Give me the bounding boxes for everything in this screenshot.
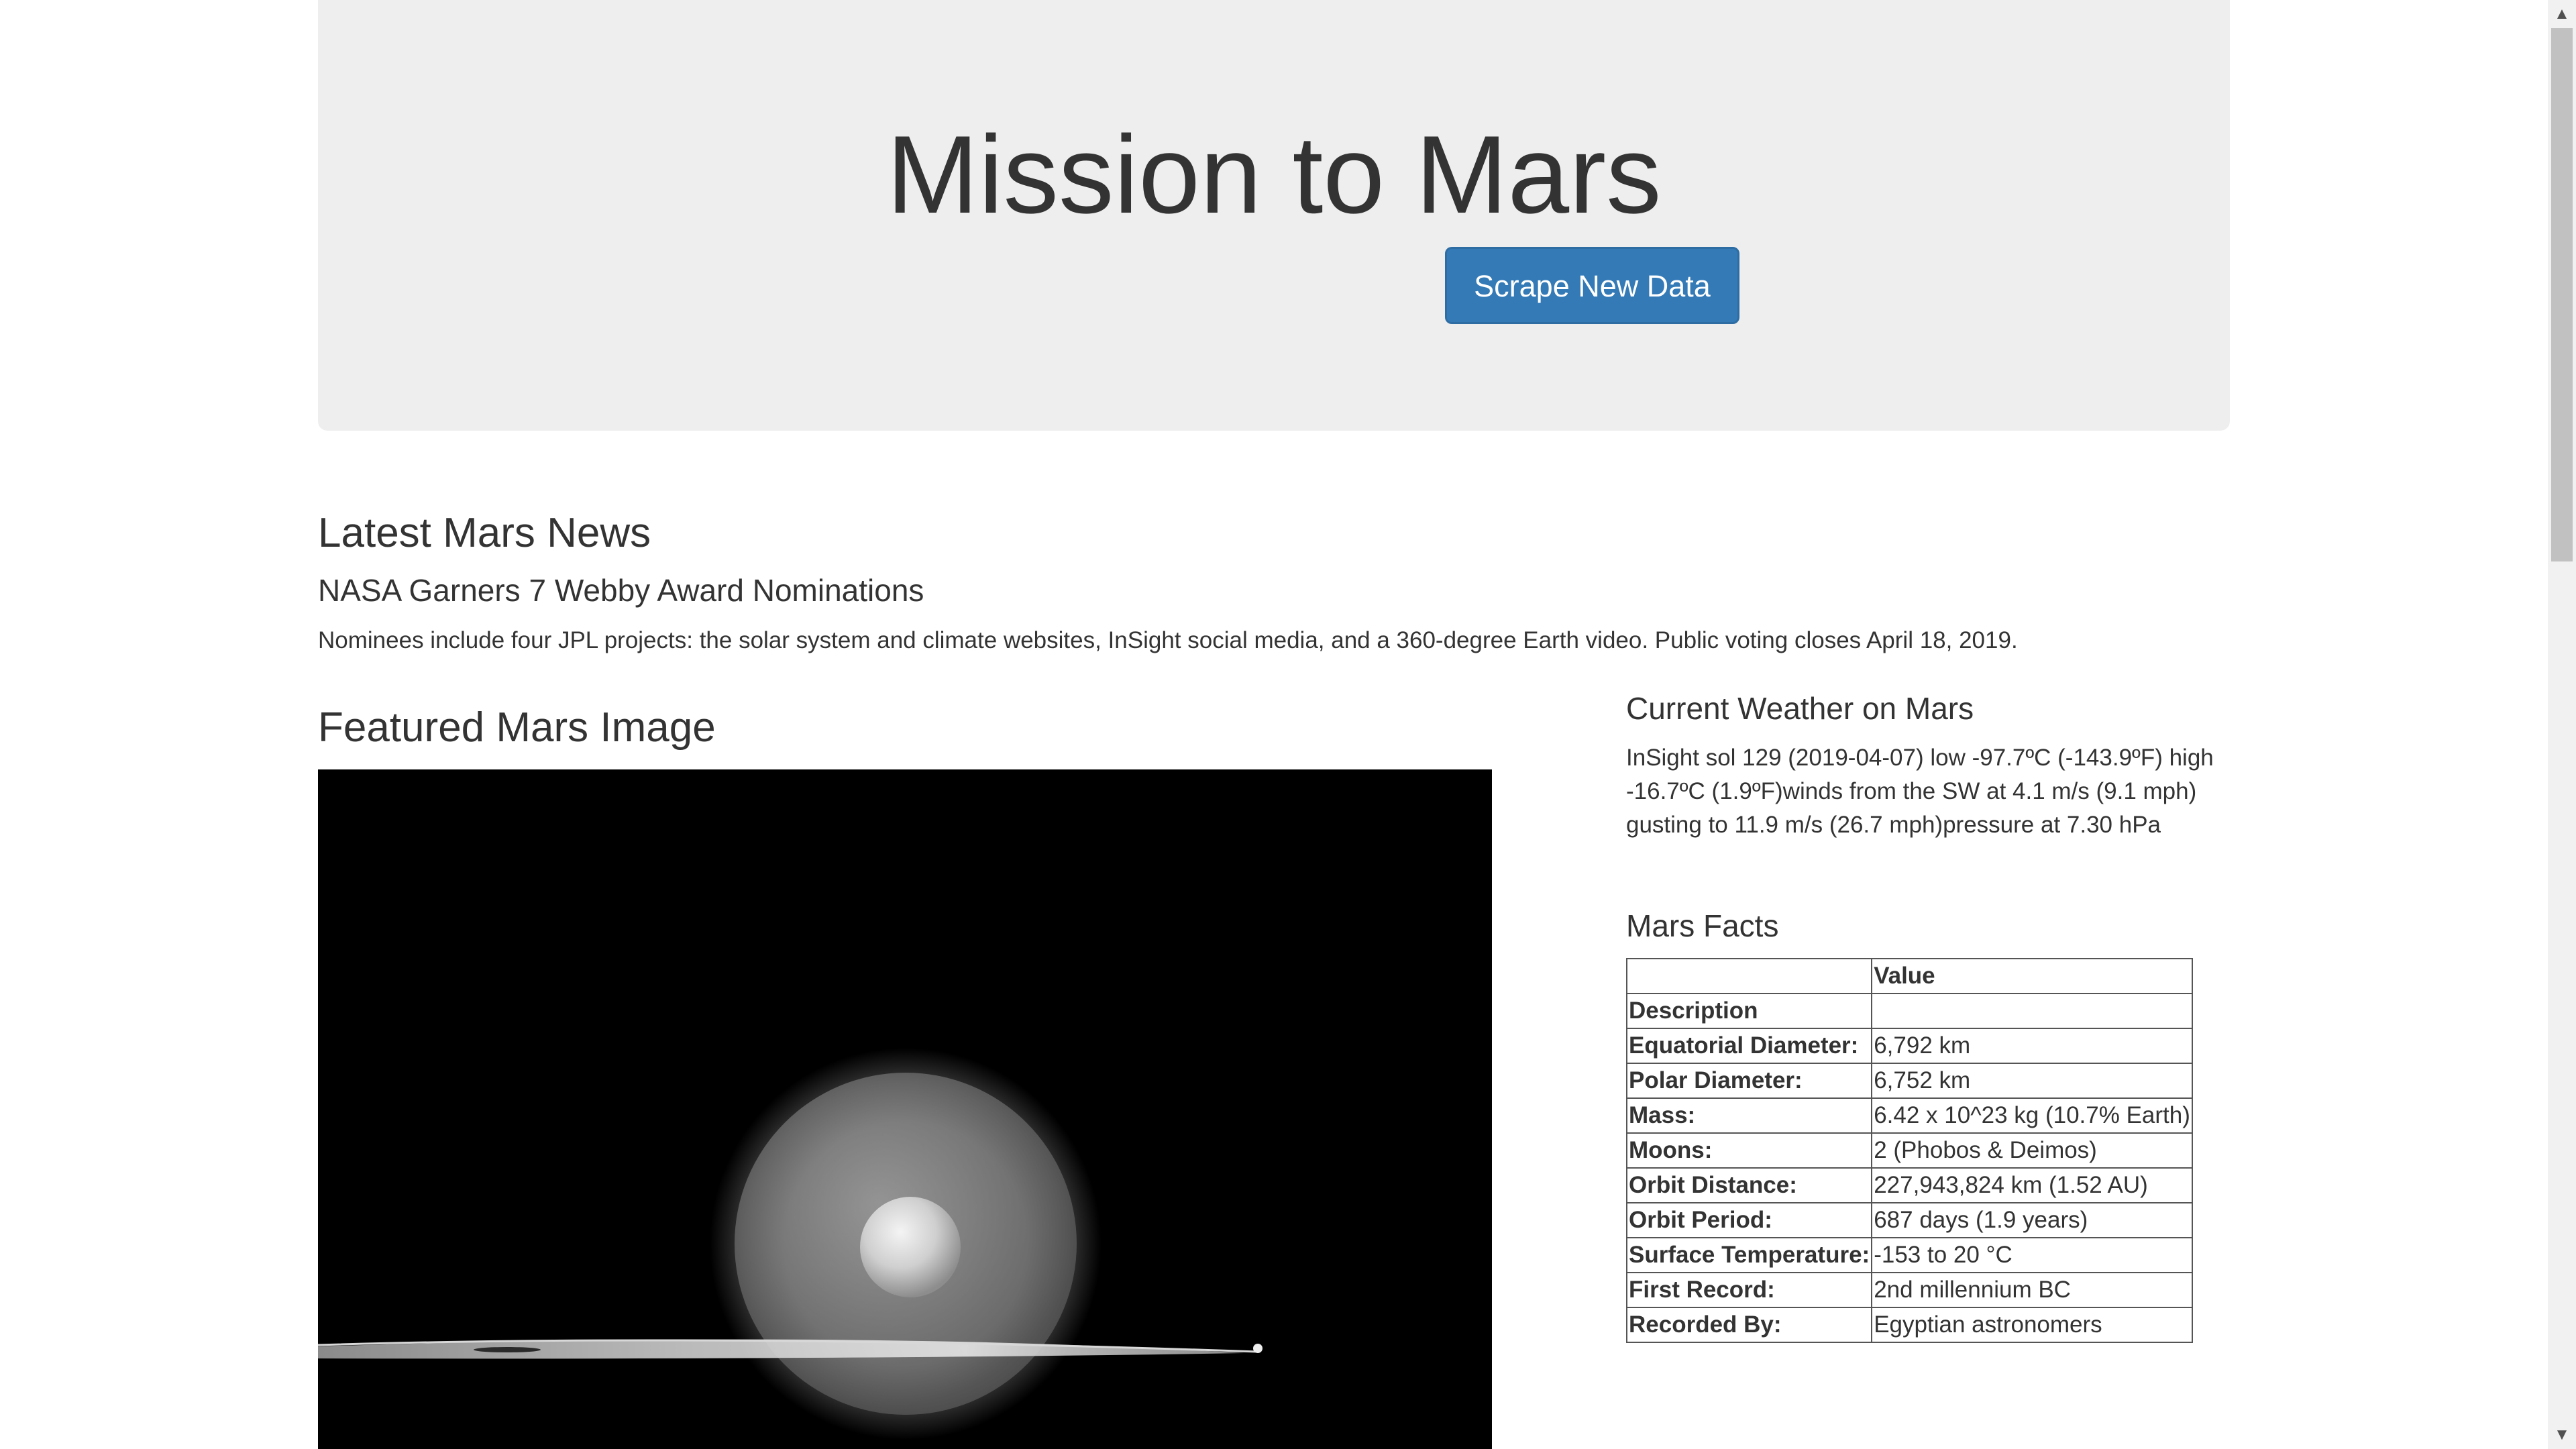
weather-section-title: Current Weather on Mars xyxy=(1626,691,1974,726)
table-header-row: Value xyxy=(1625,958,2193,994)
news-teaser: Nominees include four JPL projects: the … xyxy=(318,627,2018,653)
saturn-moons-image xyxy=(318,769,1492,1449)
table-row: Moons: 2 (Phobos & Deimos) xyxy=(1625,1132,2193,1169)
table-row: Polar Diameter: 6,752 km xyxy=(1625,1063,2193,1099)
scrape-new-data-button[interactable]: Scrape New Data xyxy=(1445,247,1739,324)
table-index-blank xyxy=(1871,993,2193,1029)
vertical-scrollbar[interactable]: ▲ ▼ xyxy=(2548,0,2576,1449)
table-row: Orbit Distance: 227,943,824 km (1.52 AU) xyxy=(1625,1167,2193,1203)
featured-mars-image xyxy=(318,769,1492,1449)
fact-label: Surface Temperature: xyxy=(1625,1237,1873,1273)
page: Mission to Mars Scrape New Data Latest M… xyxy=(0,0,2576,1449)
featured-image-title: Featured Mars Image xyxy=(318,704,716,751)
news-headline: NASA Garners 7 Webby Award Nominations xyxy=(318,573,924,608)
fact-value: -153 to 20 °C xyxy=(1871,1237,2193,1273)
header-jumbotron: Mission to Mars Scrape New Data xyxy=(318,0,2230,431)
mars-facts-table: Value Description Equatorial Diameter: 6… xyxy=(1625,958,2193,1343)
fact-label: Mass: xyxy=(1625,1097,1873,1134)
fact-label: Orbit Distance: xyxy=(1625,1167,1873,1203)
table-row: Mass: 6.42 x 10^23 kg (10.7% Earth) xyxy=(1625,1097,2193,1134)
fact-label: Orbit Period: xyxy=(1625,1202,1873,1238)
table-index-row: Description xyxy=(1625,993,2193,1029)
table-row: Equatorial Diameter: 6,792 km xyxy=(1625,1028,2193,1064)
fact-value: 227,943,824 km (1.52 AU) xyxy=(1871,1167,2193,1203)
fact-label: Moons: xyxy=(1625,1132,1873,1169)
fact-value: 2 (Phobos & Deimos) xyxy=(1871,1132,2193,1169)
fact-value: 687 days (1.9 years) xyxy=(1871,1202,2193,1238)
fact-value: 6.42 x 10^23 kg (10.7% Earth) xyxy=(1871,1097,2193,1134)
scroll-up-arrow-icon[interactable]: ▲ xyxy=(2548,0,2576,28)
table-row: First Record: 2nd millennium BC xyxy=(1625,1272,2193,1308)
table-index-label: Description xyxy=(1625,993,1873,1029)
fact-value: 6,752 km xyxy=(1871,1063,2193,1099)
table-row: Orbit Period: 687 days (1.9 years) xyxy=(1625,1202,2193,1238)
fact-label: First Record: xyxy=(1625,1272,1873,1308)
scrollbar-thumb[interactable] xyxy=(2551,28,2573,561)
facts-section-title: Mars Facts xyxy=(1626,908,1779,943)
fact-label: Recorded By: xyxy=(1625,1307,1873,1343)
scroll-down-arrow-icon[interactable]: ▼ xyxy=(2548,1421,2576,1449)
fact-label: Equatorial Diameter: xyxy=(1625,1028,1873,1064)
fact-label: Polar Diameter: xyxy=(1625,1063,1873,1099)
table-header-value: Value xyxy=(1871,958,2193,994)
page-title: Mission to Mars xyxy=(886,113,1662,236)
table-row: Surface Temperature: -153 to 20 °C xyxy=(1625,1237,2193,1273)
table-header-blank xyxy=(1625,958,1873,994)
news-section-title: Latest Mars News xyxy=(318,510,651,556)
fact-value: 6,792 km xyxy=(1871,1028,2193,1064)
fact-value: Egyptian astronomers xyxy=(1871,1307,2193,1343)
fact-value: 2nd millennium BC xyxy=(1871,1272,2193,1308)
weather-report: InSight sol 129 (2019-04-07) low -97.7ºC… xyxy=(1626,745,2214,838)
table-row: Recorded By: Egyptian astronomers xyxy=(1625,1307,2193,1343)
